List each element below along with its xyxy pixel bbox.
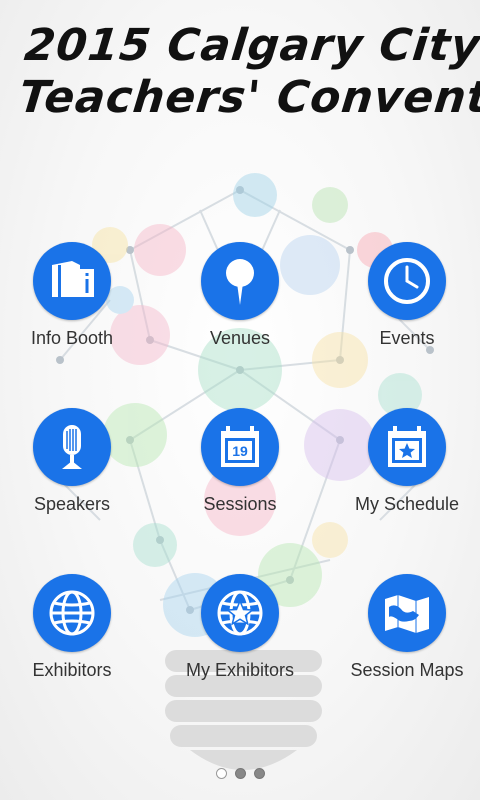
microphone-icon [33, 408, 111, 486]
events-label: Events [379, 328, 435, 348]
venues-button[interactable]: Venues [160, 242, 320, 362]
info-booth-icon [33, 242, 111, 320]
session-maps-button[interactable]: Session Maps [327, 574, 480, 694]
calendar-star-icon [368, 408, 446, 486]
my-schedule-button[interactable]: My Schedule [327, 408, 480, 528]
speakers-button[interactable]: Speakers [0, 408, 152, 528]
sessions-button[interactable]: 19 Sessions [160, 408, 320, 528]
page-dot-3[interactable] [253, 768, 265, 779]
calendar-19-icon: 19 [201, 408, 279, 486]
sessions-label: Sessions [203, 494, 277, 514]
title-line-2: Teachers' Convention [16, 72, 480, 123]
exhibitors-button[interactable]: Exhibitors [0, 574, 152, 694]
events-button[interactable]: Events [327, 242, 480, 362]
page-dot-2[interactable] [234, 768, 246, 779]
my-schedule-label: My Schedule [354, 494, 460, 514]
info-booth-button[interactable]: Info Booth [0, 242, 152, 362]
my-exhibitors-button[interactable]: My Exhibitors [160, 574, 320, 694]
globe-star-icon [201, 574, 279, 652]
venues-label: Venues [209, 328, 271, 348]
globe-icon [33, 574, 111, 652]
page-dot-1[interactable] [215, 768, 227, 779]
clock-icon [368, 242, 446, 320]
session-maps-label: Session Maps [350, 660, 464, 680]
map-pin-icon [201, 242, 279, 320]
calendar-day-number: 19 [232, 443, 248, 459]
exhibitors-label: Exhibitors [32, 660, 112, 680]
folded-map-icon [368, 574, 446, 652]
title-line-1: 2015 Calgary City [22, 20, 480, 71]
page-indicator [0, 768, 480, 779]
my-exhibitors-label: My Exhibitors [185, 660, 295, 680]
speakers-label: Speakers [33, 494, 111, 514]
info-booth-label: Info Booth [30, 328, 114, 348]
app-title: 2015 Calgary City Teachers' Convention [16, 20, 480, 124]
